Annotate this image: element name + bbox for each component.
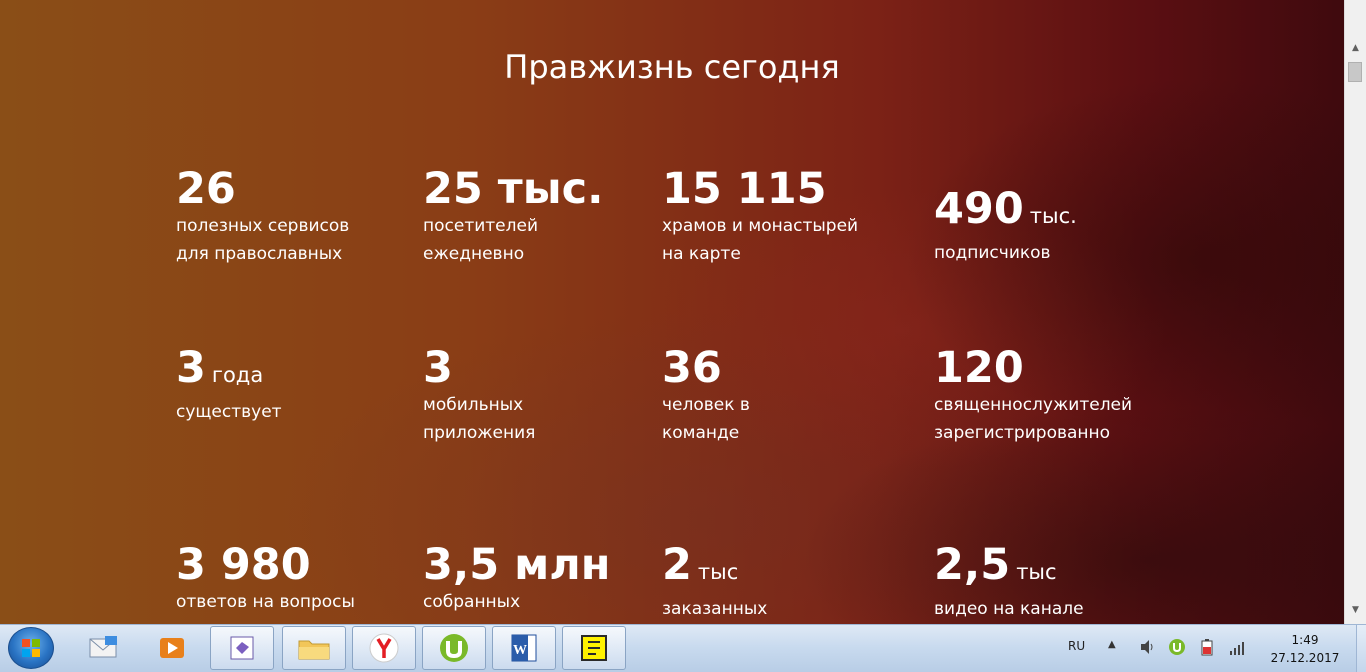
clock[interactable]: 1:49 27.12.2017 [1262,631,1348,667]
stat-description: мобильных приложения [423,395,536,443]
notes-icon [581,635,607,661]
taskbar-app-explorer[interactable] [282,626,346,670]
stat-description: существует [176,402,282,422]
clock-date: 27.12.2017 [1270,651,1340,665]
stat-collected: 3,5 млн собранных [423,542,611,616]
stat-description: видео на канале [934,599,1084,619]
taskbar-app-media-player[interactable] [140,626,204,670]
show-desktop-button[interactable] [1356,625,1366,672]
stat-answers: 3 980 ответов на вопросы [176,542,355,616]
stat-description: посетителей ежедневно [423,216,539,264]
scroll-down-arrow-icon[interactable]: ▼ [1347,602,1364,619]
stat-description: человек в команде [662,395,750,443]
stat-number: 120 [934,343,1024,393]
stat-temples: 15 115 храмов и монастырей на карте [662,166,858,268]
vertical-scrollbar[interactable]: ▲ ▼ [1344,0,1366,624]
stat-number: 15 115 [662,164,827,214]
stat-number: 490 тыс. [934,184,1077,234]
stat-number: 25 тыс. [423,164,604,214]
stat-description: храмов и монастырей на карте [662,216,859,264]
page-viewport: Правжизнь сегодня 26 полезных сервисов дл… [0,0,1344,624]
language-indicator[interactable]: RU [1068,639,1085,653]
stat-number: 3 [423,343,453,393]
start-button[interactable] [8,627,54,669]
stat-description: священнослужителей зарегистрированно [934,395,1133,443]
stat-number: 2 тыс [662,540,739,590]
taskbar-app-yandex[interactable] [352,626,416,670]
scroll-thumb[interactable] [1348,62,1362,82]
stat-years: 3 года существует [176,345,282,426]
stat-number: 3,5 млн [423,540,611,590]
windows-logo-icon [22,639,40,657]
stat-number: 36 [662,343,722,393]
scroll-up-arrow-icon[interactable]: ▲ [1347,40,1364,57]
stat-clergy: 120 священнослужителей зарегистрированно [934,345,1132,447]
clock-time: 1:49 [1291,633,1319,647]
stat-description: заказанных [662,599,768,619]
stat-number: 2,5 тыс [934,540,1057,590]
stat-videos: 2,5 тыс видео на канале [934,542,1084,623]
yandex-icon [369,633,399,663]
stat-number: 3 980 [176,540,311,590]
page-title: Правжизнь сегодня [504,48,840,86]
taskbar: W RU ▲ 1:49 27.12.2017 [0,624,1366,672]
stat-visitors: 25 тыс. посетителей ежедневно [423,166,603,268]
stat-description: собранных [423,592,521,612]
network-signal-icon[interactable] [1228,637,1246,657]
stat-services: 26 полезных сервисов для православных [176,166,349,268]
stat-description: подписчиков [934,243,1051,263]
word-icon: W [511,634,537,662]
show-hidden-icons-icon[interactable]: ▲ [1108,639,1116,650]
stat-team: 36 человек в команде [662,345,750,447]
utorrent-icon [440,634,468,662]
mail-icon [89,636,117,658]
taskbar-app-notes[interactable] [562,626,626,670]
taskbar-app-word[interactable]: W [492,626,556,670]
stat-description: полезных сервисов для православных [176,216,350,264]
battery-icon[interactable] [1198,637,1216,657]
folder-icon [298,640,330,660]
svg-text:W: W [513,643,527,658]
stat-subscribers: 490 тыс. подписчиков [934,186,1077,267]
speaker-icon[interactable] [1138,637,1156,657]
taskbar-app-utorrent[interactable] [422,626,486,670]
media-player-icon [160,638,184,658]
taskbar-app-visual-studio[interactable] [210,626,274,670]
stat-description: ответов на вопросы [176,592,355,612]
stat-number: 26 [176,164,236,214]
stat-mobile-apps: 3 мобильных приложения [423,345,535,447]
taskbar-app-mail[interactable] [72,626,136,670]
visual-studio-icon [230,636,254,660]
utorrent-tray-icon[interactable] [1168,637,1186,657]
stat-ordered: 2 тыс заказанных [662,542,767,623]
stat-number: 3 года [176,343,264,393]
